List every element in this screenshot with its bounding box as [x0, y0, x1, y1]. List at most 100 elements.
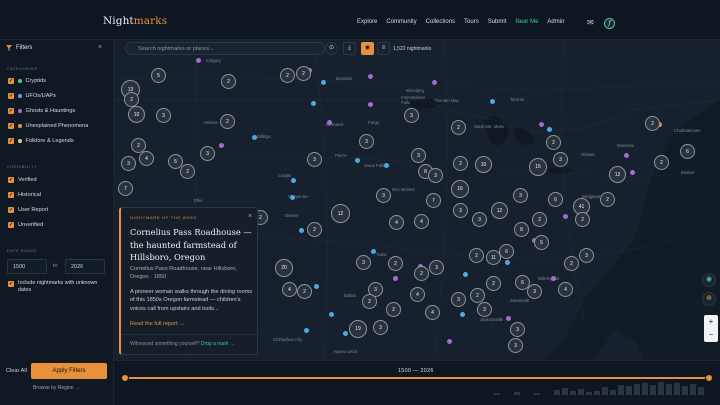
cluster-marker[interactable]: 15 — [529, 158, 547, 176]
checkbox[interactable]: ✓ — [8, 281, 14, 287]
cluster-marker[interactable]: 3 — [404, 108, 419, 123]
cluster-marker[interactable]: 6 — [515, 275, 530, 290]
category-unexplained[interactable]: ✓ Unexplained Phenomena — [8, 123, 88, 129]
checkbox[interactable]: ✓ — [8, 222, 14, 228]
cluster-marker[interactable]: 2 — [180, 164, 195, 179]
ghost-pin[interactable] — [196, 58, 201, 63]
cluster-marker[interactable]: 2 — [546, 135, 561, 150]
cluster-marker[interactable]: 3 — [200, 146, 215, 161]
cluster-marker[interactable]: 8 — [514, 222, 529, 237]
ufo-pin[interactable] — [291, 178, 296, 183]
cluster-marker[interactable]: 2 — [414, 266, 429, 281]
ghost-pin[interactable] — [368, 74, 373, 79]
nav-community[interactable]: Community — [386, 19, 416, 25]
credibility-user-report[interactable]: ✓ User Report — [8, 207, 48, 213]
checkbox[interactable]: ✓ — [8, 123, 14, 129]
cluster-marker[interactable]: 3 — [373, 320, 388, 335]
cluster-marker[interactable]: 10 — [128, 106, 145, 123]
cluster-marker[interactable]: 10 — [475, 156, 492, 173]
cluster-marker[interactable]: 2 — [645, 116, 660, 131]
ghost-pin[interactable] — [539, 122, 544, 127]
close-icon[interactable]: × — [98, 44, 102, 51]
avatar[interactable]: f — [604, 18, 615, 29]
cluster-marker[interactable]: 16 — [451, 180, 469, 198]
cluster-marker[interactable]: 2 — [386, 302, 401, 317]
ufo-pin[interactable] — [329, 312, 334, 317]
cluster-marker[interactable]: 3 — [411, 148, 426, 163]
mail-icon[interactable]: ✉ — [587, 18, 594, 27]
cluster-marker[interactable]: 6 — [680, 144, 695, 159]
cluster-marker[interactable]: 3 — [451, 292, 466, 307]
cluster-marker[interactable]: 3 — [510, 322, 525, 337]
cluster-marker[interactable]: 2 — [280, 68, 295, 83]
search-input[interactable]: Search nightmarks or places... — [125, 42, 325, 55]
cluster-marker[interactable]: 2 — [124, 92, 139, 107]
cluster-marker[interactable]: 11 — [486, 250, 501, 265]
drop-mark-link[interactable]: Drop a mark → — [201, 341, 235, 347]
layers-icon[interactable]: ◉ — [361, 42, 374, 55]
cluster-marker[interactable]: 2 — [388, 256, 403, 271]
ufo-pin[interactable] — [355, 158, 360, 163]
category-ufos[interactable]: ✓ UFOs/UAPs — [8, 93, 56, 99]
eye-icon[interactable]: ◉ — [702, 273, 716, 287]
ufo-pin[interactable] — [311, 101, 316, 106]
checkbox[interactable]: ✓ — [8, 108, 14, 114]
checkbox[interactable]: ✓ — [8, 192, 14, 198]
cluster-marker[interactable]: 20 — [275, 259, 293, 277]
cluster-marker[interactable]: 3 — [477, 302, 492, 317]
category-folklore[interactable]: ✓ Folklore & Legends — [8, 138, 74, 144]
nav-near-me[interactable]: Near Me — [515, 19, 538, 25]
ghost-pin[interactable] — [563, 214, 568, 219]
cluster-marker[interactable]: 3 — [508, 338, 523, 353]
ghost-pin[interactable] — [327, 120, 332, 125]
nav-submit[interactable]: Submit — [488, 19, 507, 25]
timeline-track[interactable] — [125, 377, 709, 379]
cluster-marker[interactable]: 3 — [428, 168, 443, 183]
ghost-pin[interactable] — [219, 143, 224, 148]
locate-icon[interactable]: ⊙ — [325, 42, 338, 55]
ufo-pin[interactable] — [343, 331, 348, 336]
ufo-pin[interactable] — [505, 260, 510, 265]
cluster-marker[interactable]: 4 — [558, 282, 573, 297]
cluster-marker[interactable]: 3 — [472, 212, 487, 227]
logo[interactable]: Nightmarks — [103, 15, 167, 27]
cluster-marker[interactable]: 3 — [553, 152, 568, 167]
cluster-marker[interactable]: 3 — [429, 260, 444, 275]
cluster-marker[interactable]: 2 — [220, 114, 235, 129]
cluster-marker[interactable]: 12 — [609, 166, 626, 183]
cluster-marker[interactable]: 3 — [356, 255, 371, 270]
checkbox[interactable]: ✓ — [8, 138, 14, 144]
cluster-marker[interactable]: 6 — [499, 244, 514, 259]
cluster-marker[interactable]: 3 — [579, 248, 594, 263]
browse-by-region-link[interactable]: Browse by Region → — [33, 385, 80, 391]
cluster-marker[interactable]: 2 — [600, 192, 615, 207]
credibility-verified[interactable]: ✓ Verified — [8, 177, 37, 183]
ufo-pin[interactable] — [290, 195, 295, 200]
close-icon[interactable]: × — [248, 213, 252, 220]
cluster-marker[interactable]: 3 — [359, 134, 374, 149]
cluster-marker[interactable]: 2 — [221, 74, 236, 89]
ufo-pin[interactable] — [321, 80, 326, 85]
cluster-marker[interactable]: 2 — [297, 284, 312, 299]
checkbox[interactable]: ✓ — [8, 93, 14, 99]
cluster-marker[interactable]: 2 — [307, 222, 322, 237]
cluster-marker[interactable]: 12 — [491, 202, 508, 219]
nav-collections[interactable]: Collections — [426, 19, 455, 25]
clear-all-button[interactable]: Clear All — [6, 368, 27, 374]
date-from-input[interactable]: 1500 — [7, 259, 47, 274]
credibility-historical[interactable]: ✓ Historical — [8, 192, 41, 198]
ufo-pin[interactable] — [384, 163, 389, 168]
cluster-marker[interactable]: 2 — [486, 276, 501, 291]
cluster-marker[interactable]: 2 — [451, 120, 466, 135]
ufo-pin[interactable] — [463, 272, 468, 277]
cluster-marker[interactable]: 3 — [453, 203, 468, 218]
ghost-pin[interactable] — [551, 276, 556, 281]
cluster-marker[interactable]: 4 — [139, 151, 154, 166]
nav-admin[interactable]: Admin — [547, 19, 564, 25]
ufo-pin[interactable] — [460, 312, 465, 317]
cluster-marker[interactable]: 2 — [296, 66, 311, 81]
category-cryptids[interactable]: ✓ Cryptids — [8, 78, 46, 84]
ghost-pin[interactable] — [432, 80, 437, 85]
nav-explore[interactable]: Explore — [357, 19, 377, 25]
cluster-marker[interactable]: 2 — [532, 212, 547, 227]
